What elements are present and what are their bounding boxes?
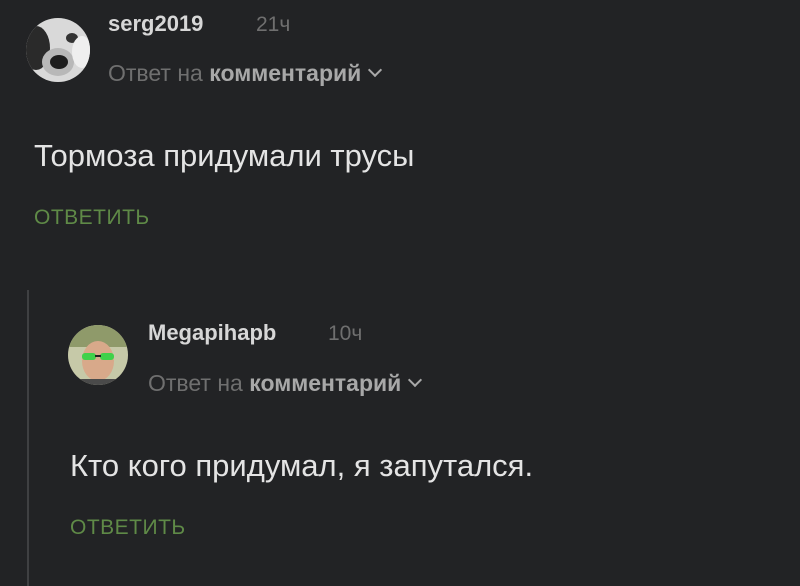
reply-to-link[interactable]: Ответ на комментарий: [148, 370, 423, 397]
reply-to-target: комментарий: [209, 60, 362, 86]
comment-time: 21ч: [256, 13, 291, 36]
reply-to-prefix: Ответ на: [108, 60, 203, 86]
man-sunglasses-avatar-icon: [68, 325, 128, 385]
comment-time: 10ч: [328, 322, 363, 345]
dog-avatar-icon: [26, 18, 90, 82]
reply-button[interactable]: ОТВЕТИТЬ: [34, 206, 150, 230]
reply-to-link[interactable]: Ответ на комментарий: [108, 60, 383, 87]
reply-button[interactable]: ОТВЕТИТЬ: [70, 516, 186, 540]
avatar[interactable]: [26, 18, 90, 82]
chevron-down-icon: [408, 372, 423, 388]
chevron-down-icon: [368, 62, 383, 78]
comment-text: Тормоза придумали трусы: [34, 138, 415, 173]
comment-1: serg2019 21ч Ответ на комментарий Тормоз…: [0, 0, 800, 250]
reply-to-prefix: Ответ на: [148, 370, 243, 396]
comment-2: Megapihapb 10ч Ответ на комментарий Кто …: [0, 290, 800, 586]
comment-author[interactable]: Megapihapb: [148, 320, 276, 346]
comment-author[interactable]: serg2019: [108, 11, 203, 37]
comment-text: Кто кого придумал, я запутался.: [70, 448, 534, 483]
avatar[interactable]: [68, 325, 128, 385]
reply-to-target: комментарий: [249, 370, 402, 396]
comment-thread: serg2019 21ч Ответ на комментарий Тормоз…: [0, 0, 800, 586]
